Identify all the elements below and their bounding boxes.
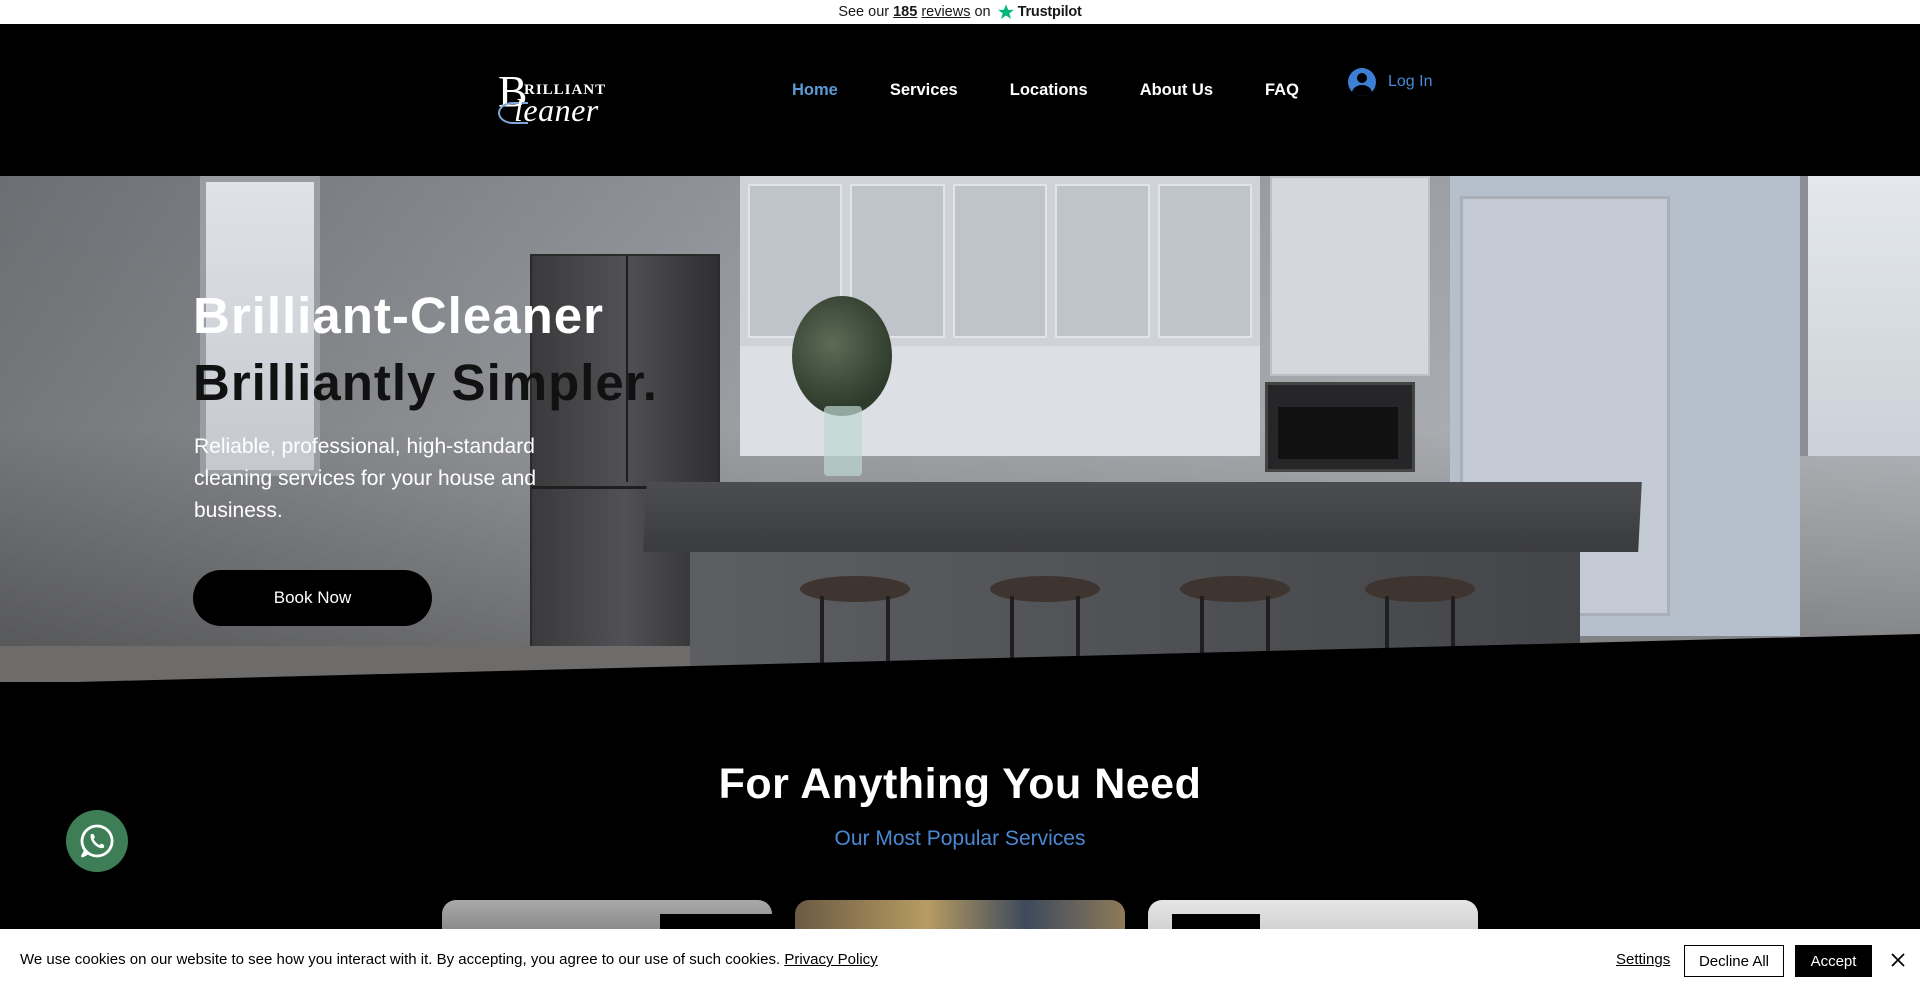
close-icon[interactable] bbox=[1888, 950, 1908, 970]
brand-logo[interactable]: B RILLIANT leaner bbox=[498, 70, 616, 128]
kitchen-island-top bbox=[643, 482, 1642, 552]
hero-section: Brilliant-Cleaner Brilliantly Simpler. R… bbox=[0, 176, 1920, 682]
kitchen-oven bbox=[1265, 382, 1415, 472]
hero-description: Reliable, professional, high-standard cl… bbox=[194, 435, 537, 522]
trustpilot-bar[interactable]: See our 185 reviews on Trustpilot bbox=[0, 0, 1920, 24]
whatsapp-button[interactable] bbox=[66, 810, 128, 872]
trustpilot-count[interactable]: 185 bbox=[893, 4, 917, 20]
book-now-button[interactable]: Book Now bbox=[193, 570, 432, 626]
cookie-message: We use cookies on our website to see how… bbox=[20, 951, 781, 968]
logo-cleaner: leaner bbox=[514, 92, 599, 128]
login-button[interactable]: Log In bbox=[1348, 68, 1432, 96]
flower-vase bbox=[792, 296, 892, 476]
nav-faq[interactable]: FAQ bbox=[1265, 81, 1299, 100]
nav-services[interactable]: Services bbox=[890, 81, 958, 100]
services-subtitle: Our Most Popular Services bbox=[834, 827, 1086, 850]
user-avatar-icon bbox=[1348, 68, 1376, 96]
cookie-banner: We use cookies on our website to see how… bbox=[0, 929, 1920, 993]
nav-home[interactable]: Home bbox=[792, 81, 838, 100]
hero-tagline: Brilliantly Simpler. bbox=[193, 354, 658, 411]
bar-stool bbox=[800, 576, 910, 676]
nav-about-us[interactable]: About Us bbox=[1140, 81, 1213, 100]
privacy-policy-link[interactable]: Privacy Policy bbox=[784, 951, 877, 968]
bar-stool bbox=[990, 576, 1100, 676]
trustpilot-brand: Trustpilot bbox=[1017, 4, 1082, 20]
decline-all-button[interactable]: Decline All bbox=[1684, 945, 1784, 977]
hero-title: Brilliant-Cleaner bbox=[193, 287, 604, 344]
trustpilot-on: on bbox=[974, 4, 991, 20]
trustpilot-star-icon bbox=[997, 4, 1014, 19]
kitchen-cabinet-right bbox=[1270, 176, 1430, 376]
whatsapp-icon bbox=[80, 824, 114, 858]
page: See our 185 reviews on Trustpilot B RILL… bbox=[0, 0, 1920, 993]
login-label: Log In bbox=[1388, 73, 1433, 90]
nav-locations[interactable]: Locations bbox=[1010, 81, 1088, 100]
services-title: For Anything You Need bbox=[718, 760, 1202, 808]
cookie-text: We use cookies on our website to see how… bbox=[20, 951, 878, 968]
trustpilot-reviews-link[interactable]: reviews bbox=[921, 4, 970, 20]
trustpilot-prefix: See our bbox=[838, 4, 890, 20]
main-nav: Home Services Locations About Us FAQ bbox=[792, 74, 1351, 106]
site-header: B RILLIANT leaner Home Services Location… bbox=[0, 24, 1920, 176]
trustpilot-logo[interactable]: Trustpilot bbox=[997, 3, 1082, 21]
kitchen-window-right bbox=[1800, 176, 1920, 456]
accept-button[interactable]: Accept bbox=[1795, 945, 1872, 977]
cookie-settings-link[interactable]: Settings bbox=[1616, 951, 1670, 968]
trustpilot-text: See our 185 reviews on bbox=[838, 4, 990, 20]
